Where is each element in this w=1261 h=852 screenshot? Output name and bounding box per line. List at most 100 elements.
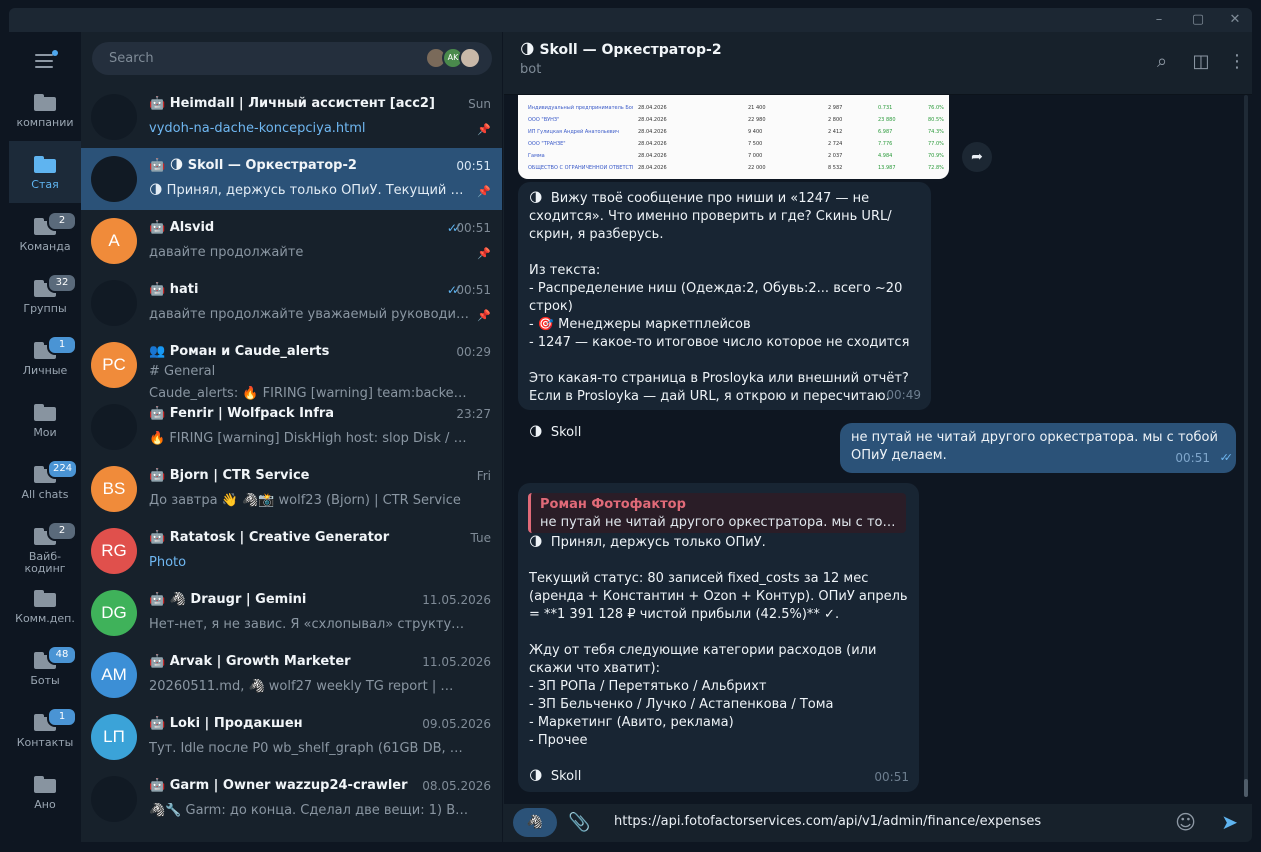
avatar: DG: [91, 590, 137, 636]
chat-time: 00:51: [456, 283, 491, 297]
table-cell: 74.3%: [928, 129, 944, 135]
chat-preview: vydoh-na-dache-koncepciya.html: [149, 121, 366, 136]
bot-menu-button[interactable]: 🦓: [513, 808, 557, 837]
table-cell: 0.731: [878, 105, 893, 111]
table-cell: 77.0%: [928, 141, 944, 147]
avatar: [91, 776, 137, 822]
folder-9[interactable]: Боты 48: [9, 637, 81, 699]
folder-10[interactable]: Контакты 1: [9, 699, 81, 761]
message-input[interactable]: https://api.fotofactorservices.com/api/v…: [614, 814, 1041, 829]
folder-0[interactable]: компании: [9, 79, 81, 141]
table-cell: 21 400: [748, 105, 766, 111]
emoji-icon[interactable]: ☺: [1175, 810, 1196, 834]
pin-icon: 📌: [477, 123, 491, 136]
unread-badge: 2: [47, 521, 77, 541]
folder-8[interactable]: Комм.деп.: [9, 575, 81, 637]
chat-preview: Нет-нет, я не завис. Я «схлопывал» струк…: [149, 617, 469, 632]
message-time: 00:51: [1175, 451, 1210, 465]
chat-row[interactable]: 🤖 hati ✓✓ 00:51 давайте продолжайте уважаем…: [81, 272, 502, 334]
avatar: LП: [91, 714, 137, 760]
unread-badge: 1: [47, 707, 77, 727]
folder-6[interactable]: All chats 224: [9, 451, 81, 513]
chat-row[interactable]: AM 🤖 Arvak | Growth Marketer 11.05.2026 202…: [81, 644, 502, 706]
folder-3[interactable]: Группы 32: [9, 265, 81, 327]
folder-5[interactable]: Мои: [9, 389, 81, 451]
chat-name: 🤖 Loki | Продакшен: [149, 716, 303, 731]
message-bubble[interactable]: 🌗 Вижу твоё сообщение про ниши и «1247 —…: [518, 182, 931, 440]
avatar: [91, 94, 137, 140]
avatar[interactable]: [459, 47, 481, 69]
avatar: [91, 156, 137, 202]
chat-row[interactable]: RG 🤖 Ratatosk | Creative Generator Tue Phot…: [81, 520, 502, 582]
chat-time: 00:51: [456, 159, 491, 173]
table-cell: 70.9%: [928, 153, 944, 159]
attach-icon[interactable]: 📎: [568, 812, 590, 833]
avatar: A: [91, 218, 137, 264]
search-input[interactable]: Search: [109, 51, 154, 66]
chat-name: 🤖 Fenrir | Wolfpack Infra: [149, 406, 335, 421]
story-avatars[interactable]: AK: [425, 47, 485, 69]
telegram-window: – ▢ ✕ компании Стая Команда 2 Группы 32 Личные…: [9, 8, 1252, 842]
chat-header[interactable]: 🌗 Skoll — Оркестратор-2 bot ⌕ ◫ ⋮: [504, 32, 1252, 95]
folder-sidebar: компании Стая Команда 2 Группы 32 Личные 1 Мои Al…: [9, 32, 81, 842]
chat-row[interactable]: DG 🤖 🦓 Draugr | Gemini 11.05.2026 Нет-нет, …: [81, 582, 502, 644]
maximize-icon[interactable]: ▢: [1190, 12, 1206, 28]
table-cell: 22 980: [748, 117, 766, 123]
table-cell: 28.04.2026: [638, 117, 667, 123]
message-bubble[interactable]: Роман Фотофактор не путай не читай друго…: [518, 483, 919, 792]
chat-row[interactable]: 🤖 Fenrir | Wolfpack Infra 23:27 🔥 FIRING […: [81, 396, 502, 458]
chat-topic: # General: [149, 364, 216, 379]
chat-preview: Photo: [149, 555, 187, 570]
table-cell: 8 532: [828, 165, 843, 171]
more-icon[interactable]: ⋮: [1226, 51, 1248, 73]
message-bubble-outgoing[interactable]: не путай не читай другого оркестратора. …: [840, 423, 1236, 473]
close-icon[interactable]: ✕: [1227, 12, 1243, 28]
table-cell: Индивидуальный предприниматель Богданова…: [528, 105, 633, 111]
folder-label: Боты: [30, 674, 60, 687]
folder-label: Личные: [22, 364, 68, 377]
chat-row[interactable]: 🤖 Garm | Owner wazzup24-crawler 08.05.202…: [81, 768, 502, 830]
chat-name: 🤖 Arvak | Growth Marketer: [149, 654, 351, 669]
chat-subtitle: bot: [520, 62, 542, 77]
chat-row[interactable]: PC 👥 Роман и Caude_alerts 00:29 # General Ca…: [81, 334, 502, 401]
chat-preview: давайте продолжайте уважаемый руководите…: [149, 307, 469, 322]
folder-4[interactable]: Личные 1: [9, 327, 81, 389]
chat-time: Tue: [470, 531, 492, 545]
chat-row[interactable]: LП 🤖 Loki | Продакшен 09.05.2026 Тут. Idle …: [81, 706, 502, 768]
chat-row[interactable]: 🤖 🌗 Skoll — Оркестратор-2 00:51 🌗 Принял, …: [81, 148, 502, 210]
title-bar: – ▢ ✕: [9, 8, 1252, 32]
message-text: 🌗 Принял, держусь только ОПиУ. Текущий с…: [529, 535, 908, 784]
table-cell: 28.04.2026: [638, 105, 667, 111]
table-cell: 6.987: [878, 129, 893, 135]
chat-name: 🤖 Bjorn | CTR Service: [149, 468, 310, 483]
search-icon[interactable]: ⌕: [1151, 51, 1173, 73]
search-bar[interactable]: Search AK: [92, 42, 492, 75]
chat-row[interactable]: BS 🤖 Bjorn | CTR Service Fri До завтра 👋 🦓📸…: [81, 458, 502, 520]
sidebar-toggle-icon[interactable]: ◫: [1190, 51, 1212, 73]
chat-list: Search AK 🤖 Heimdall | Личный ассистент …: [81, 32, 503, 842]
scrollbar-thumb[interactable]: [1244, 779, 1248, 797]
table-cell: 4.984: [878, 153, 893, 159]
chat-title: 🌗 Skoll — Оркестратор-2: [520, 42, 722, 58]
reply-text: не путай не читай другого оркестратора. …: [540, 515, 900, 530]
avatar: [91, 404, 137, 450]
folder-2[interactable]: Команда 2: [9, 203, 81, 265]
chat-name: 🤖 Heimdall | Личный ассистент [acc2]: [149, 96, 435, 111]
chat-time: 11.05.2026: [422, 655, 491, 669]
folder-label: Ано: [34, 798, 56, 811]
avatar: PC: [91, 342, 137, 388]
minimize-icon[interactable]: –: [1151, 12, 1167, 28]
scrollbar-track[interactable]: [1244, 95, 1248, 795]
folder-7[interactable]: Вайб- кодинг 2: [9, 513, 81, 575]
reply-quote[interactable]: Роман Фотофактор не путай не читай друго…: [528, 493, 906, 533]
screenshot-image[interactable]: Индивидуальный предприниматель Богданова…: [518, 95, 949, 179]
folder-1[interactable]: Стая: [9, 141, 81, 203]
folder-11[interactable]: Ано: [9, 761, 81, 823]
chat-row[interactable]: 🤖 Heimdall | Личный ассистент [acc2] Sun v…: [81, 86, 502, 148]
forward-icon[interactable]: ➦: [962, 142, 992, 172]
menu-icon[interactable]: [35, 50, 58, 68]
message-text: 🌗 Вижу твоё сообщение про ниши и «1247 —…: [529, 191, 910, 440]
avatar: RG: [91, 528, 137, 574]
chat-row[interactable]: A 🤖 Alsvid ✓✓ 00:51 давайте продолжайте 📌: [81, 210, 502, 272]
send-icon[interactable]: ➤: [1221, 810, 1238, 834]
